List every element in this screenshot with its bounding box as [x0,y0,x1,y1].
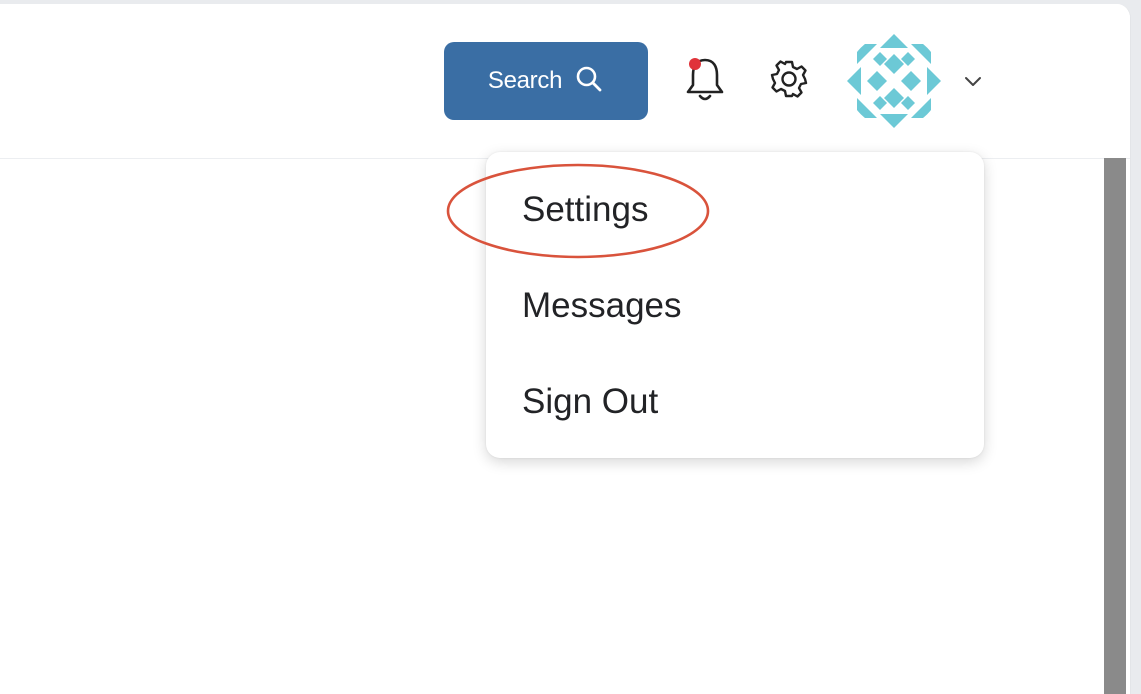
menu-item-messages[interactable]: Messages [522,286,682,326]
search-icon [574,64,604,99]
menu-item-settings[interactable]: Settings [522,190,648,230]
menu-item-sign-out[interactable]: Sign Out [522,382,658,422]
avatar-pattern [847,34,941,128]
user-dropdown-menu: Settings Messages Sign Out [486,152,984,458]
app-window: Search Settings Messages Sign Out [0,4,1131,694]
search-button-label: Search [487,67,563,94]
notification-dot [689,57,701,70]
user-menu-toggle[interactable] [958,70,988,96]
notifications-button[interactable] [682,56,728,106]
gear-icon [766,56,812,107]
settings-gear-button[interactable] [766,58,812,104]
top-header-bar: Search [0,4,1130,159]
vertical-scrollbar[interactable] [1104,158,1126,694]
chevron-down-icon [958,68,988,99]
bell-icon [682,54,728,109]
user-avatar-button[interactable] [847,34,941,128]
search-button[interactable]: Search [444,42,648,120]
